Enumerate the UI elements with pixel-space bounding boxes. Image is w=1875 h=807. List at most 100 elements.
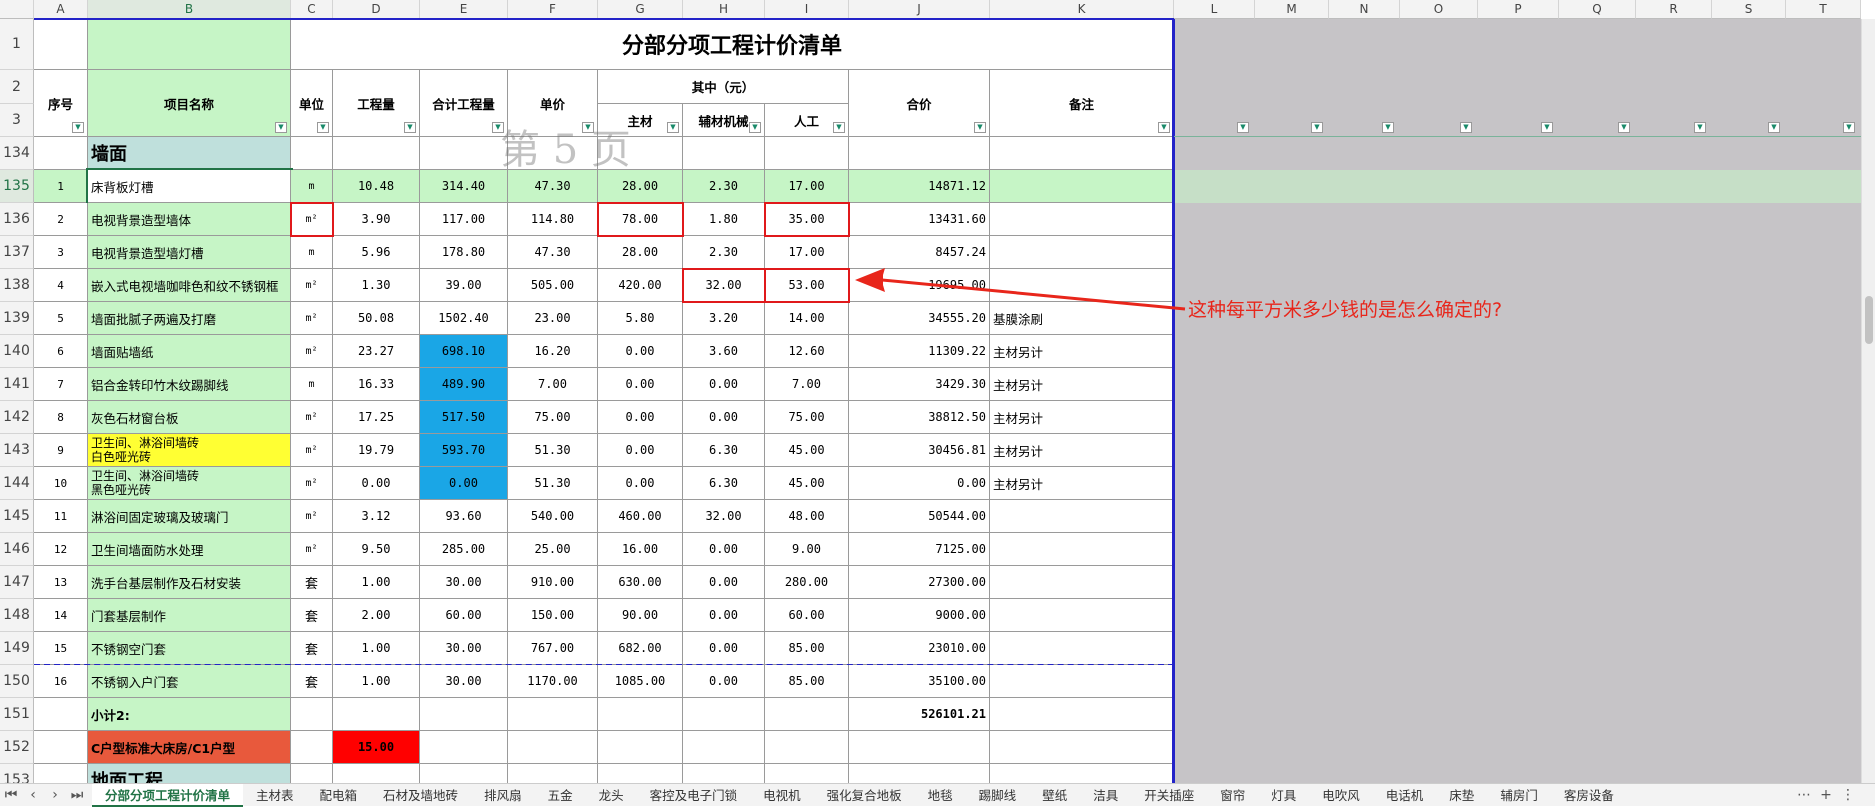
cell-price[interactable]: 114.80 (508, 203, 598, 236)
cell-amount[interactable]: 7125.00 (849, 533, 990, 566)
cell-remark[interactable] (990, 170, 1174, 203)
sheet-tab[interactable]: 电话机 (1373, 784, 1437, 807)
cell-unit[interactable]: m (291, 368, 333, 401)
cell-seq[interactable]: 11 (34, 500, 88, 533)
cell-seq[interactable]: 7 (34, 368, 88, 401)
cell-remark[interactable]: 基膜涂刷 (990, 302, 1174, 335)
cell-aux[interactable]: 0.00 (683, 533, 765, 566)
row-header-137[interactable]: 137 (0, 236, 34, 269)
cell-remark[interactable] (990, 599, 1174, 632)
cell-main[interactable]: 0.00 (598, 434, 683, 467)
cell-item-name[interactable]: 墙面贴墙纸 (88, 335, 291, 368)
cell-total-qty[interactable]: 1502.40 (420, 302, 508, 335)
cell-main[interactable]: 682.00 (598, 632, 683, 665)
cell-price[interactable]: 25.00 (508, 533, 598, 566)
corner-select-all[interactable] (0, 0, 34, 19)
column-header-b[interactable]: B (88, 0, 291, 19)
cell-aux[interactable]: 32.00 (683, 500, 765, 533)
cell-item-name[interactable]: 床背板灯槽 (86, 168, 293, 205)
column-header-o[interactable]: O (1400, 0, 1478, 19)
cell-qty[interactable]: 3.90 (333, 203, 420, 236)
column-header-m[interactable]: M (1255, 0, 1329, 19)
filter-button-col-r[interactable]: ▼ (1694, 122, 1706, 133)
cell-total-qty[interactable]: 178.80 (420, 236, 508, 269)
row-header-135[interactable]: 135 (0, 170, 34, 203)
row-header-140[interactable]: 140 (0, 335, 34, 368)
cell-amount[interactable]: 19695.00 (849, 269, 990, 302)
tab-menu-icon[interactable]: ⋮ (1837, 787, 1859, 803)
row-header-150[interactable]: 150 (0, 665, 34, 698)
cell-amount[interactable]: 35100.00 (849, 665, 990, 698)
cell-total-qty[interactable]: 489.90 (420, 368, 508, 401)
cell-item-name[interactable]: 墙面批腻子两遍及打磨 (88, 302, 291, 335)
cell-amount[interactable]: 8457.24 (849, 236, 990, 269)
column-header-s[interactable]: S (1712, 0, 1786, 19)
row-header-149[interactable]: 149 (0, 632, 34, 665)
cell-qty[interactable]: 19.79 (333, 434, 420, 467)
cell-remark[interactable] (990, 203, 1174, 236)
cell-qty[interactable]: 16.33 (333, 368, 420, 401)
cell-qty[interactable]: 3.12 (333, 500, 420, 533)
cell-main[interactable]: 0.00 (598, 368, 683, 401)
filter-button-col-n[interactable]: ▼ (1382, 122, 1394, 133)
sheet-tab[interactable]: 开关插座 (1131, 784, 1207, 807)
sheet-tab[interactable]: 客房设备 (1551, 784, 1627, 807)
cell-qty[interactable]: 17.25 (333, 401, 420, 434)
cell-seq[interactable]: 15 (34, 632, 88, 665)
cell-unit[interactable]: 套 (291, 665, 333, 698)
cell-total-qty[interactable]: 285.00 (420, 533, 508, 566)
cell-labor[interactable]: 17.00 (765, 170, 849, 203)
cell-main[interactable]: 78.00 (598, 203, 683, 236)
sheet-tab[interactable]: 电吹风 (1309, 784, 1373, 807)
cell-amount[interactable]: 13431.60 (849, 203, 990, 236)
cell-qty[interactable]: 2.00 (333, 599, 420, 632)
cell-item-name[interactable]: 淋浴间固定玻璃及玻璃门 (88, 500, 291, 533)
cell-remark[interactable] (990, 269, 1174, 302)
cell-item-name[interactable]: 不锈钢入户门套 (88, 665, 291, 698)
cell-main[interactable]: 420.00 (598, 269, 683, 302)
cell-unit[interactable]: m² (291, 467, 333, 500)
cell-price[interactable]: 16.20 (508, 335, 598, 368)
cell-remark[interactable]: 主材另计 (990, 467, 1174, 500)
cell-unit[interactable]: m² (291, 269, 333, 302)
filter-button-col-t[interactable]: ▼ (1843, 122, 1855, 133)
filter-button-col-j[interactable]: ▼ (974, 122, 986, 133)
filter-button-col-l[interactable]: ▼ (1237, 122, 1249, 133)
row-header-144[interactable]: 144 (0, 467, 34, 500)
cell-seq[interactable]: 12 (34, 533, 88, 566)
cell-remark[interactable] (990, 632, 1174, 665)
column-header-t[interactable]: T (1786, 0, 1861, 19)
cell-unit[interactable]: m² (291, 434, 333, 467)
vertical-scrollbar[interactable] (1861, 19, 1875, 783)
cell-labor[interactable]: 60.00 (765, 599, 849, 632)
cell-amount[interactable]: 30456.81 (849, 434, 990, 467)
cell-main[interactable]: 5.80 (598, 302, 683, 335)
row-header-136[interactable]: 136 (0, 203, 34, 236)
cell-unit[interactable]: m² (291, 500, 333, 533)
cell-aux[interactable]: 0.00 (683, 401, 765, 434)
next-sheet-icon[interactable]: › (44, 787, 66, 803)
cell-unit[interactable]: m² (291, 302, 333, 335)
cell-seq[interactable]: 5 (34, 302, 88, 335)
column-header-j[interactable]: J (849, 0, 990, 19)
cell-labor[interactable]: 35.00 (765, 203, 849, 236)
cell-unit[interactable]: 套 (291, 599, 333, 632)
cell-qty[interactable]: 10.48 (333, 170, 420, 203)
cell-main[interactable]: 90.00 (598, 599, 683, 632)
cell-total-qty[interactable]: 117.00 (420, 203, 508, 236)
cell-amount[interactable]: 11309.22 (849, 335, 990, 368)
sheet-tab[interactable]: 配电箱 (307, 784, 371, 807)
cell-amount[interactable]: 38812.50 (849, 401, 990, 434)
add-sheet-icon[interactable]: + (1815, 787, 1837, 803)
cell-seq[interactable]: 14 (34, 599, 88, 632)
row-header-145[interactable]: 145 (0, 500, 34, 533)
cell-total-qty[interactable]: 314.40 (420, 170, 508, 203)
sheet-tab[interactable]: 洁具 (1080, 784, 1131, 807)
sheet-tab[interactable]: 壁纸 (1029, 784, 1080, 807)
cell-aux[interactable]: 32.00 (683, 269, 765, 302)
cell-main[interactable]: 0.00 (598, 401, 683, 434)
row-header-143[interactable]: 143 (0, 434, 34, 467)
cell-amount[interactable]: 9000.00 (849, 599, 990, 632)
cell-aux[interactable]: 6.30 (683, 434, 765, 467)
column-header-l[interactable]: L (1174, 0, 1255, 19)
